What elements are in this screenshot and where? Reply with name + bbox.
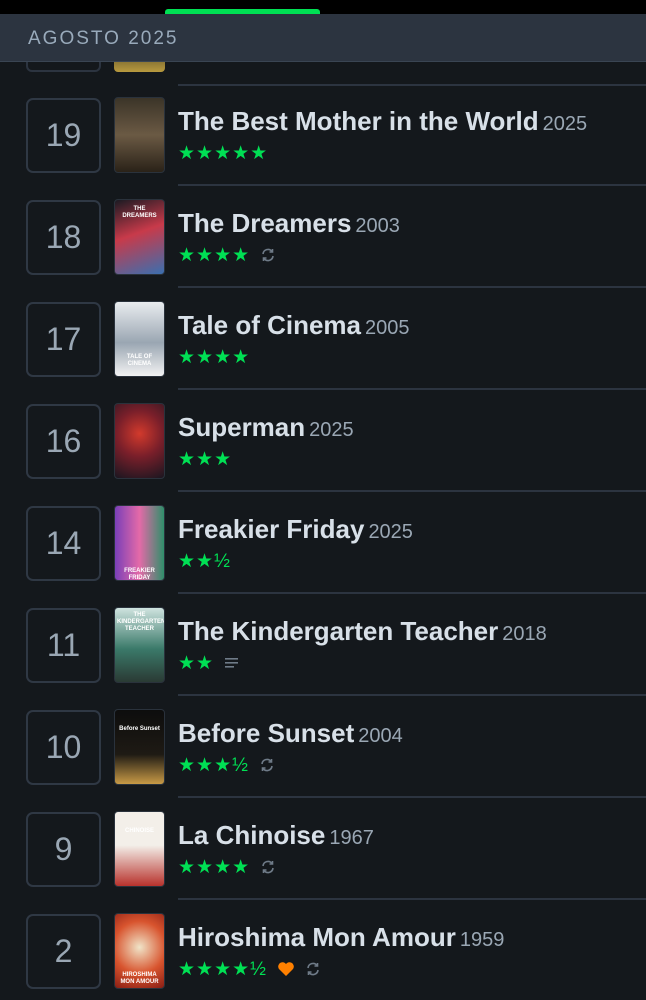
diary-entry-row[interactable]: 14 FREAKIER FRIDAY Freakier Friday 2025 ★★½ bbox=[0, 492, 646, 594]
entry-meta: ★★½ bbox=[178, 550, 231, 572]
diary-entry-row[interactable]: 17 TALE OF CINEMA Tale of Cinema 2005 ★★★★ bbox=[0, 288, 646, 390]
day-number[interactable]: 19 bbox=[26, 98, 101, 173]
film-year: 2004 bbox=[358, 725, 403, 747]
film-year: 2018 bbox=[502, 623, 547, 645]
day-number[interactable]: 16 bbox=[26, 404, 101, 479]
diary-entry-row[interactable]: 16 Superman 2025 ★★★ bbox=[0, 390, 646, 492]
film-title[interactable]: Hiroshima Mon Amour bbox=[178, 922, 456, 952]
film-title-line[interactable]: Hiroshima Mon Amour 1959 bbox=[178, 922, 504, 953]
film-poster[interactable]: Before Sunset bbox=[114, 709, 165, 785]
film-title-line[interactable]: Tale of Cinema 2005 bbox=[178, 310, 410, 341]
film-year: 2025 bbox=[309, 419, 354, 441]
poster-caption: THE DREAMERS bbox=[122, 206, 157, 219]
star-rating: ★★★★ bbox=[178, 346, 251, 368]
partial-day-box bbox=[26, 62, 101, 72]
entry-meta: ★★★★ bbox=[178, 856, 276, 878]
diary-entry-row[interactable]: 19 The Best Mother in the World 2025 ★★★★★ bbox=[0, 84, 646, 186]
film-title[interactable]: The Dreamers bbox=[178, 208, 351, 238]
entry-meta: ★★ bbox=[178, 652, 240, 674]
entry-meta: ★★★ bbox=[178, 448, 232, 470]
month-label: AGOSTO 2025 bbox=[28, 28, 179, 49]
rewatch-icon bbox=[259, 757, 275, 773]
diary-entry-row[interactable]: 10 Before Sunset Before Sunset 2004 ★★★½ bbox=[0, 696, 646, 798]
film-poster[interactable] bbox=[114, 403, 165, 479]
diary-entry-row[interactable]: 9 CHINOISE La Chinoise 1967 ★★★★ bbox=[0, 798, 646, 900]
film-title-line[interactable]: Before Sunset 2004 bbox=[178, 718, 403, 749]
star-rating: ★★½ bbox=[178, 550, 231, 572]
rewatch-icon bbox=[260, 859, 276, 875]
star-rating: ★★★★★ bbox=[178, 142, 269, 164]
film-title-line[interactable]: Superman 2025 bbox=[178, 412, 354, 443]
rewatch-icon bbox=[260, 247, 276, 263]
film-poster[interactable]: TALE OF CINEMA bbox=[114, 301, 165, 377]
star-rating: ★★ bbox=[178, 652, 215, 674]
film-title[interactable]: Tale of Cinema bbox=[178, 310, 361, 340]
day-number[interactable]: 9 bbox=[26, 812, 101, 887]
diary-entry-row[interactable]: 2 HIROSHIMA MON AMOUR Hiroshima Mon Amour 1… bbox=[0, 900, 646, 1000]
entry-meta: ★★★★½ bbox=[178, 958, 321, 980]
day-number[interactable]: 10 bbox=[26, 710, 101, 785]
diary-list[interactable]: 19 The Best Mother in the World 2025 ★★★★★ 1… bbox=[0, 62, 646, 1000]
poster-caption: TALE OF CINEMA bbox=[126, 354, 153, 367]
film-poster[interactable]: THE DREAMERS bbox=[114, 199, 165, 275]
rewatch-icon bbox=[305, 961, 321, 977]
entry-meta: ★★★★ bbox=[178, 346, 250, 368]
film-year: 2003 bbox=[355, 215, 400, 237]
star-rating: ★★★★ bbox=[178, 856, 251, 878]
diary-entry-row[interactable]: 11 THE KINDERGARTEN TEACHER The Kindergart… bbox=[0, 594, 646, 696]
star-rating: ★★★★ bbox=[178, 244, 251, 266]
film-year: 1959 bbox=[459, 929, 505, 951]
entry-meta: ★★★★ bbox=[178, 244, 276, 266]
film-title[interactable]: La Chinoise bbox=[178, 820, 325, 850]
review-icon bbox=[224, 656, 240, 670]
film-poster[interactable]: THE KINDERGARTEN TEACHER bbox=[114, 607, 165, 683]
day-number[interactable]: 2 bbox=[26, 914, 101, 989]
day-number[interactable]: 18 bbox=[26, 200, 101, 275]
film-poster[interactable] bbox=[114, 97, 165, 173]
status-bar bbox=[0, 0, 646, 14]
film-title-line[interactable]: The Dreamers 2003 bbox=[178, 208, 400, 239]
heart-icon bbox=[277, 961, 295, 977]
film-title[interactable]: Superman bbox=[178, 412, 305, 442]
poster-caption: FREAKIER FRIDAY bbox=[124, 568, 155, 581]
day-number[interactable]: 14 bbox=[26, 506, 101, 581]
month-header: AGOSTO 2025 bbox=[0, 14, 646, 62]
film-poster[interactable]: HIROSHIMA MON AMOUR bbox=[114, 913, 165, 989]
diary-entry-row[interactable]: 18 THE DREAMERS The Dreamers 2003 ★★★★ bbox=[0, 186, 646, 288]
film-year: 1967 bbox=[329, 827, 374, 849]
star-rating: ★★★½ bbox=[178, 754, 249, 776]
poster-caption: THE KINDERGARTEN TEACHER bbox=[117, 612, 165, 632]
film-year: 2025 bbox=[368, 521, 413, 543]
day-number[interactable]: 17 bbox=[26, 302, 101, 377]
poster-caption: HIROSHIMA MON AMOUR bbox=[120, 972, 159, 985]
entry-meta: ★★★½ bbox=[178, 754, 275, 776]
film-year: 2005 bbox=[365, 317, 410, 339]
film-title[interactable]: Freakier Friday bbox=[178, 514, 364, 544]
film-poster[interactable]: FREAKIER FRIDAY bbox=[114, 505, 165, 581]
film-title[interactable]: The Kindergarten Teacher bbox=[178, 616, 498, 646]
partial-poster bbox=[114, 62, 165, 72]
film-title-line[interactable]: The Best Mother in the World 2025 bbox=[178, 106, 587, 137]
star-rating: ★★★★½ bbox=[178, 958, 267, 980]
film-title-line[interactable]: La Chinoise 1967 bbox=[178, 820, 374, 851]
day-number[interactable]: 11 bbox=[26, 608, 101, 683]
star-rating: ★★★ bbox=[178, 448, 233, 470]
film-title[interactable]: Before Sunset bbox=[178, 718, 354, 748]
film-title-line[interactable]: Freakier Friday 2025 bbox=[178, 514, 413, 545]
entry-meta: ★★★★★ bbox=[178, 142, 268, 164]
film-title-line[interactable]: The Kindergarten Teacher 2018 bbox=[178, 616, 547, 647]
poster-caption: CHINOISE bbox=[124, 828, 154, 834]
film-year: 2025 bbox=[542, 113, 588, 135]
poster-caption: Before Sunset bbox=[119, 726, 160, 732]
film-poster[interactable]: CHINOISE bbox=[114, 811, 165, 887]
film-title[interactable]: The Best Mother in the World bbox=[178, 106, 539, 136]
